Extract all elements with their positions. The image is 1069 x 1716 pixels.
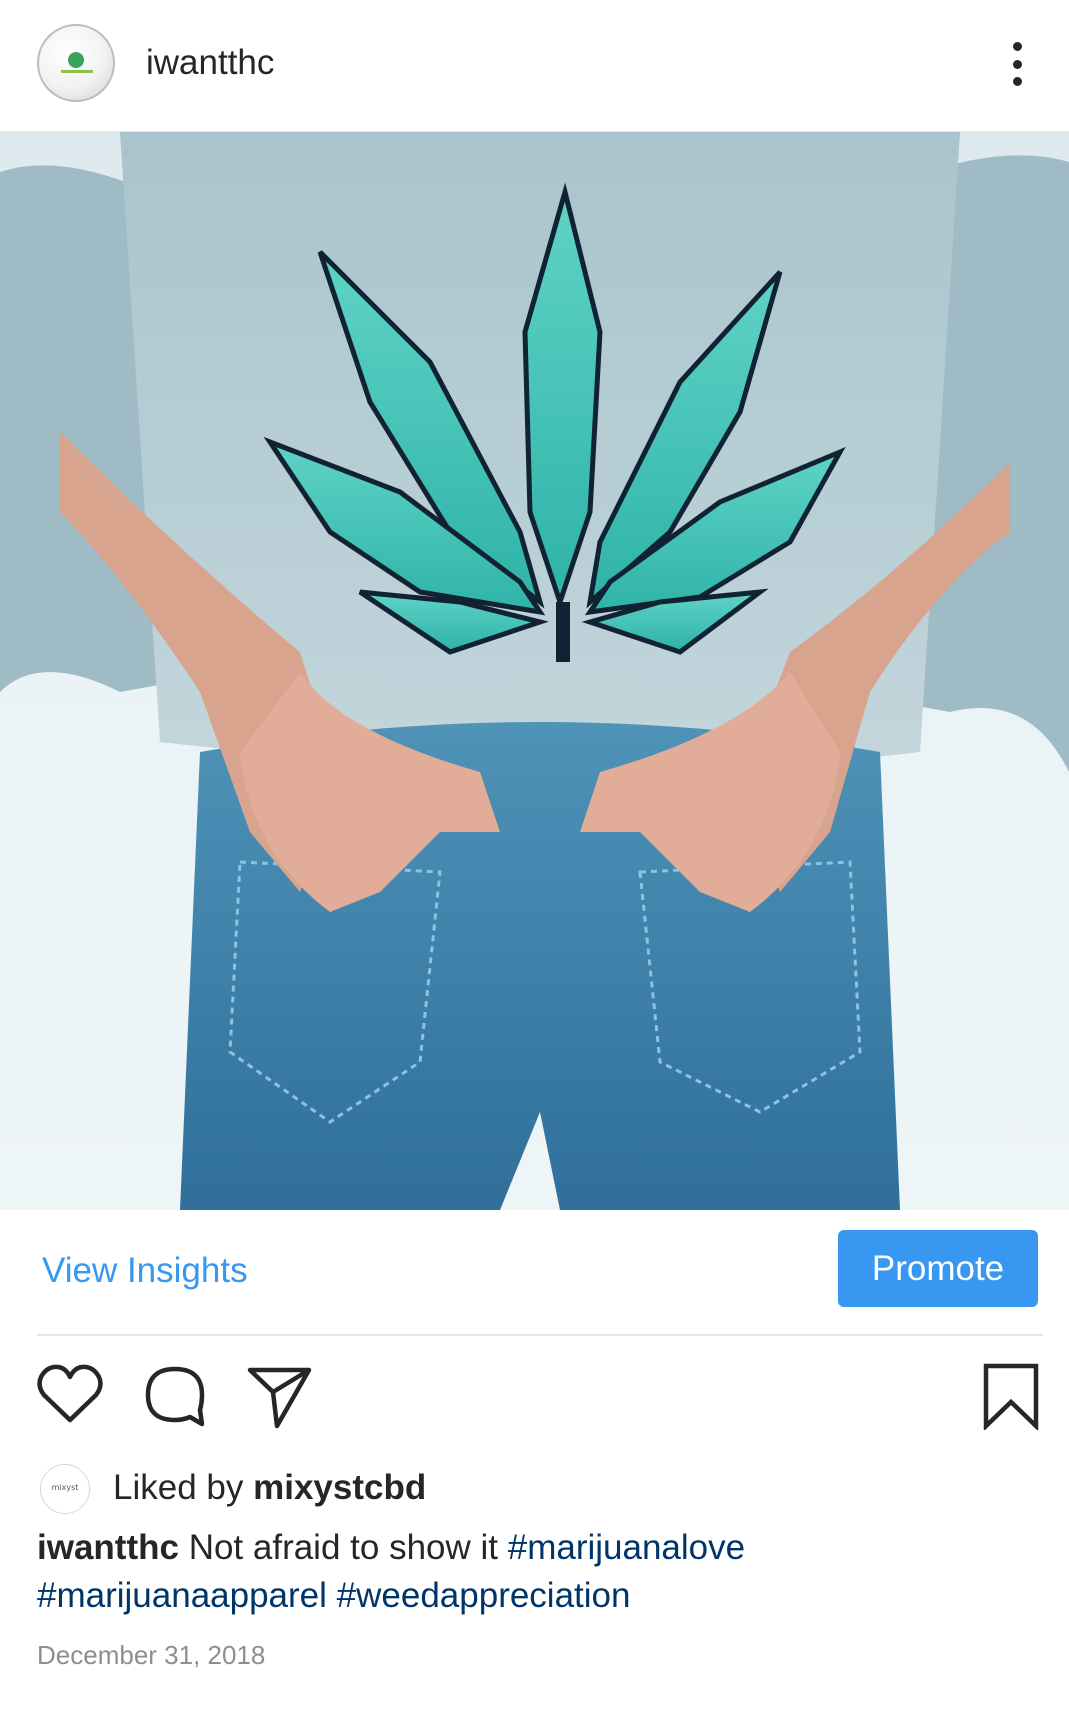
bookmark-icon[interactable]: [976, 1360, 1046, 1432]
post-caption: iwantthc Not afraid to show it #marijuan…: [37, 1524, 1037, 1620]
post-photo-image: [0, 132, 1069, 1210]
post-photo[interactable]: [0, 132, 1069, 1210]
insights-bar: View Insights Promote: [0, 1210, 1069, 1334]
hashtag-link[interactable]: #marijuanaapparel: [37, 1576, 327, 1615]
promote-button[interactable]: Promote: [838, 1230, 1038, 1307]
divider: [37, 1334, 1043, 1336]
profile-avatar[interactable]: [37, 24, 115, 102]
hashtag-link[interactable]: #marijuanalove: [508, 1528, 745, 1567]
caption-text: Not afraid to show it: [188, 1528, 498, 1567]
likes-row: mixyst Liked by mixystcbd: [0, 1460, 1069, 1514]
view-insights-link[interactable]: View Insights: [42, 1250, 248, 1292]
caption-username[interactable]: iwantthc: [37, 1528, 179, 1567]
liked-by-user[interactable]: mixystcbd: [253, 1468, 426, 1507]
post-actions: [0, 1360, 1069, 1440]
heart-icon[interactable]: [35, 1360, 105, 1430]
liker-avatar[interactable]: mixyst: [40, 1464, 90, 1514]
post-header: iwantthc: [0, 0, 1069, 132]
comment-icon[interactable]: [140, 1360, 210, 1430]
post-timestamp: December 31, 2018: [37, 1640, 266, 1670]
liked-by-text[interactable]: Liked by mixystcbd: [113, 1466, 426, 1510]
leaf-logo-icon: [68, 52, 84, 68]
liked-by-prefix: Liked by: [113, 1468, 244, 1507]
share-icon[interactable]: [245, 1360, 315, 1430]
post-username[interactable]: iwantthc: [146, 42, 274, 84]
hashtag-link[interactable]: #weedappreciation: [337, 1576, 631, 1615]
more-options-icon[interactable]: [1000, 38, 1034, 90]
